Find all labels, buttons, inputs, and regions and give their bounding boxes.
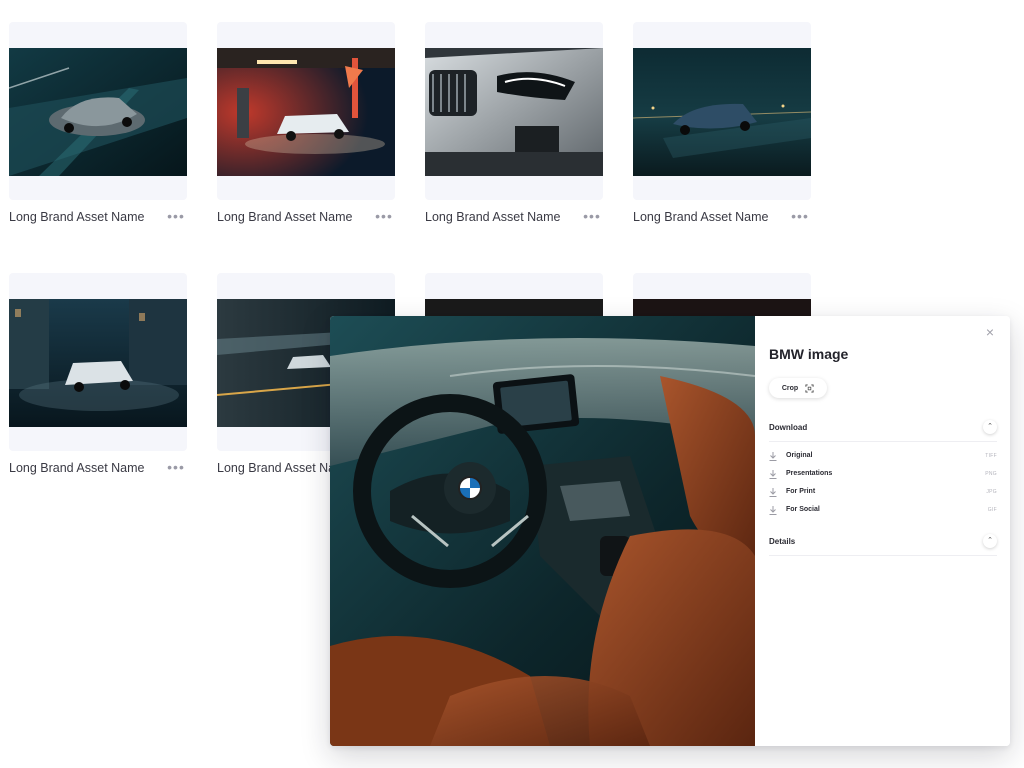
more-options-icon[interactable]: ••• bbox=[581, 208, 603, 224]
crop-icon bbox=[805, 383, 814, 393]
asset-card[interactable]: Long Brand Asset Name ••• bbox=[9, 273, 187, 475]
asset-name: Long Brand Asset Name bbox=[425, 210, 561, 224]
more-options-icon[interactable]: ••• bbox=[165, 459, 187, 475]
file-format-label: GIF bbox=[987, 507, 997, 513]
download-option-label: For Social bbox=[786, 506, 820, 513]
asset-thumbnail-gas-station[interactable] bbox=[217, 48, 395, 176]
download-option-for-print[interactable]: For Print JPG bbox=[769, 487, 997, 501]
preview-image-bmw-interior bbox=[330, 316, 755, 746]
download-option-label: For Print bbox=[786, 488, 816, 495]
more-options-icon[interactable]: ••• bbox=[789, 208, 811, 224]
download-option-for-social[interactable]: For Social GIF bbox=[769, 505, 997, 519]
crop-button[interactable]: Crop bbox=[769, 378, 827, 398]
asset-card[interactable]: Long Brand Asset Name ••• bbox=[217, 22, 395, 224]
asset-card[interactable]: Long Brand Asset Name ••• bbox=[9, 22, 187, 224]
download-option-original[interactable]: Original TIFF bbox=[769, 451, 997, 465]
details-section-header[interactable]: Details ⌃ bbox=[769, 534, 997, 556]
file-format-label: JPG bbox=[986, 489, 997, 495]
asset-thumbnail-city-street[interactable] bbox=[9, 299, 187, 427]
asset-card[interactable]: Long Brand Asset Name ••• bbox=[633, 22, 811, 224]
chevron-up-icon[interactable]: ⌃ bbox=[983, 534, 997, 548]
asset-preview-modal: × BMW image Crop Download ⌃ Original TIF… bbox=[330, 316, 1010, 746]
asset-details-panel: × BMW image Crop Download ⌃ Original TIF… bbox=[755, 316, 1010, 746]
asset-card[interactable]: Long Brand Asset Name ••• bbox=[425, 22, 603, 224]
download-option-label: Presentations bbox=[786, 470, 833, 477]
more-options-icon[interactable]: ••• bbox=[373, 208, 395, 224]
asset-name: Long Brand Asset Name bbox=[633, 210, 769, 224]
close-icon[interactable]: × bbox=[982, 324, 998, 340]
download-icon bbox=[769, 506, 777, 515]
asset-name: Long Brand Asset Name bbox=[217, 210, 353, 224]
asset-thumbnail-frame[interactable] bbox=[9, 273, 187, 451]
download-section-label: Download bbox=[769, 423, 808, 432]
crop-button-label: Crop bbox=[781, 384, 799, 392]
asset-thumbnail-night-road[interactable] bbox=[9, 48, 187, 176]
asset-thumbnail-frame[interactable] bbox=[9, 22, 187, 200]
asset-name: Long Brand Asset Name bbox=[9, 210, 145, 224]
asset-thumbnail-frame[interactable] bbox=[425, 22, 603, 200]
asset-thumbnail-frame[interactable] bbox=[217, 22, 395, 200]
asset-thumbnail-frame[interactable] bbox=[633, 22, 811, 200]
more-options-icon[interactable]: ••• bbox=[165, 208, 187, 224]
download-option-presentations[interactable]: Presentations PNG bbox=[769, 469, 997, 483]
panel-title: BMW image bbox=[769, 346, 849, 362]
file-format-label: TIFF bbox=[985, 453, 997, 459]
download-icon bbox=[769, 470, 777, 479]
details-section-label: Details bbox=[769, 537, 796, 546]
download-option-label: Original bbox=[786, 452, 813, 459]
file-format-label: PNG bbox=[985, 471, 997, 477]
asset-thumbnail-night-coupe[interactable] bbox=[633, 48, 811, 176]
download-icon bbox=[769, 488, 777, 497]
asset-name: Long Brand Asset Name bbox=[9, 461, 145, 475]
asset-thumbnail-front-close[interactable] bbox=[425, 48, 603, 176]
download-icon bbox=[769, 452, 777, 461]
chevron-up-icon[interactable]: ⌃ bbox=[983, 420, 997, 434]
download-section-header[interactable]: Download ⌃ bbox=[769, 420, 997, 442]
